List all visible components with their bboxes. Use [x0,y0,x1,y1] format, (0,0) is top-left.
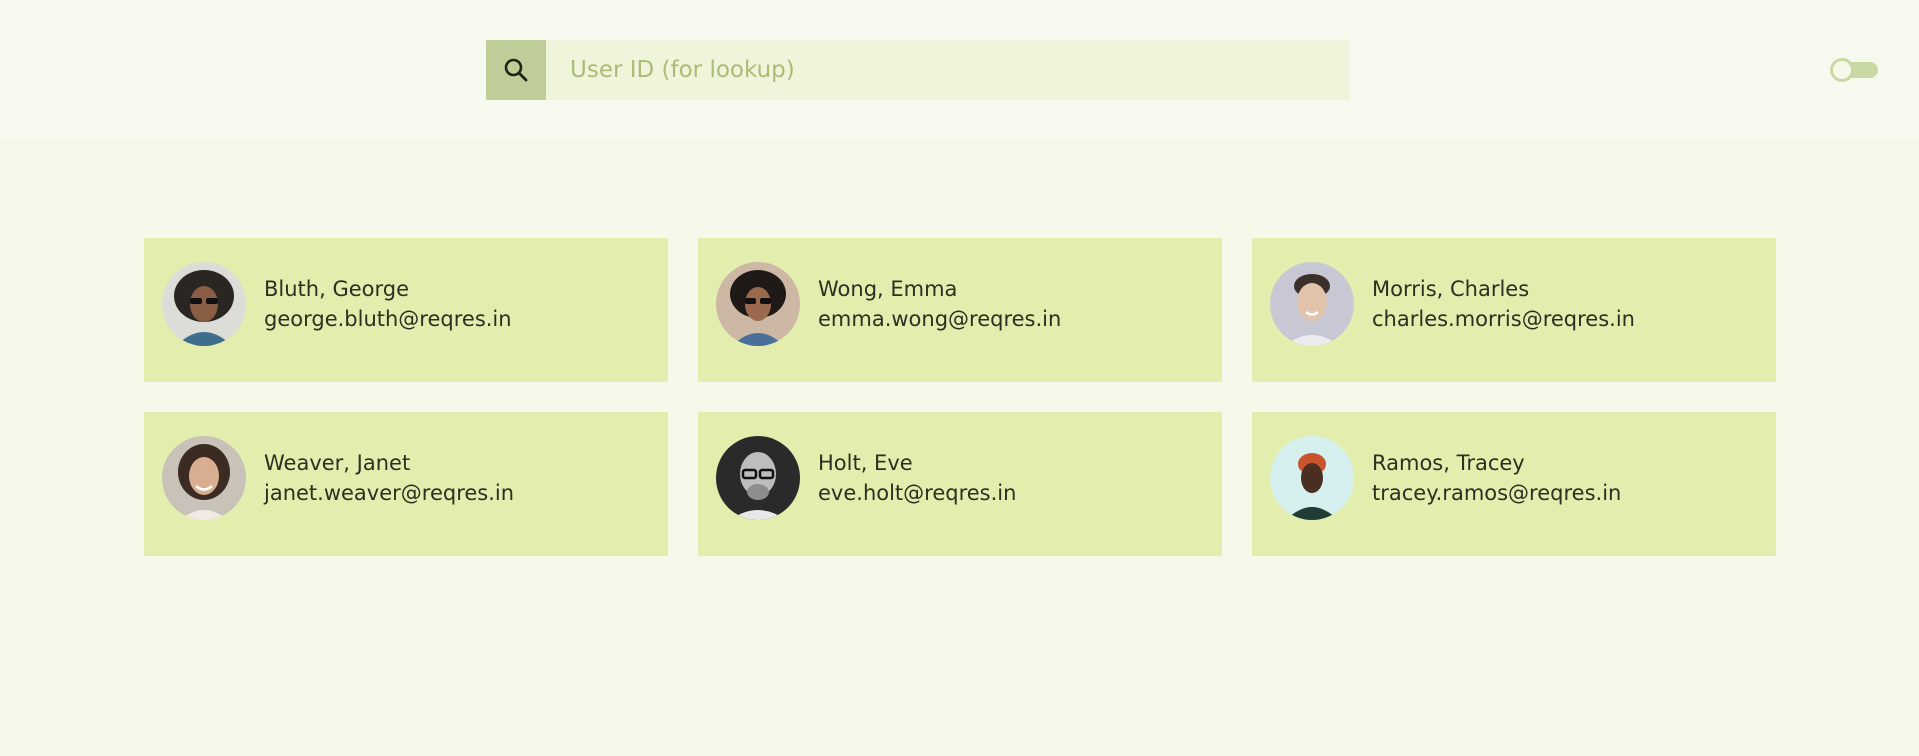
top-bar [0,0,1919,143]
avatar [716,262,800,346]
user-name: Bluth, George [264,277,410,301]
avatar [162,436,246,520]
search-button[interactable] [486,40,546,100]
user-email: emma.wong@reqres.in [818,307,1062,331]
user-card[interactable]: Bluth, George george.bluth@reqres.in [144,238,668,382]
user-id-search-input[interactable] [546,40,1350,100]
theme-toggle[interactable] [1830,58,1878,82]
search-icon [504,58,528,82]
user-card[interactable]: Morris, Charles charles.morris@reqres.in [1252,238,1776,382]
avatar [162,262,246,346]
search-bar [486,40,1350,100]
avatar [1270,436,1354,520]
user-email: tracey.ramos@reqres.in [1372,481,1622,505]
user-name: Wong, Emma [818,277,958,301]
user-email: charles.morris@reqres.in [1372,307,1635,331]
user-card[interactable]: Wong, Emma emma.wong@reqres.in [698,238,1222,382]
user-name: Weaver, Janet [264,451,411,475]
user-email: george.bluth@reqres.in [264,307,512,331]
user-card[interactable]: Holt, Eve eve.holt@reqres.in [698,412,1222,556]
user-name: Ramos, Tracey [1372,451,1525,475]
avatar [716,436,800,520]
user-email: eve.holt@reqres.in [818,481,1017,505]
user-email: janet.weaver@reqres.in [264,481,515,505]
user-name: Morris, Charles [1372,277,1530,301]
user-card-grid: Bluth, George george.bluth@reqres.in Won… [144,238,1776,556]
user-card[interactable]: Ramos, Tracey tracey.ramos@reqres.in [1252,412,1776,556]
avatar [1270,262,1354,346]
user-name: Holt, Eve [818,451,913,475]
toggle-knob [1830,58,1854,82]
user-card[interactable]: Weaver, Janet janet.weaver@reqres.in [144,412,668,556]
